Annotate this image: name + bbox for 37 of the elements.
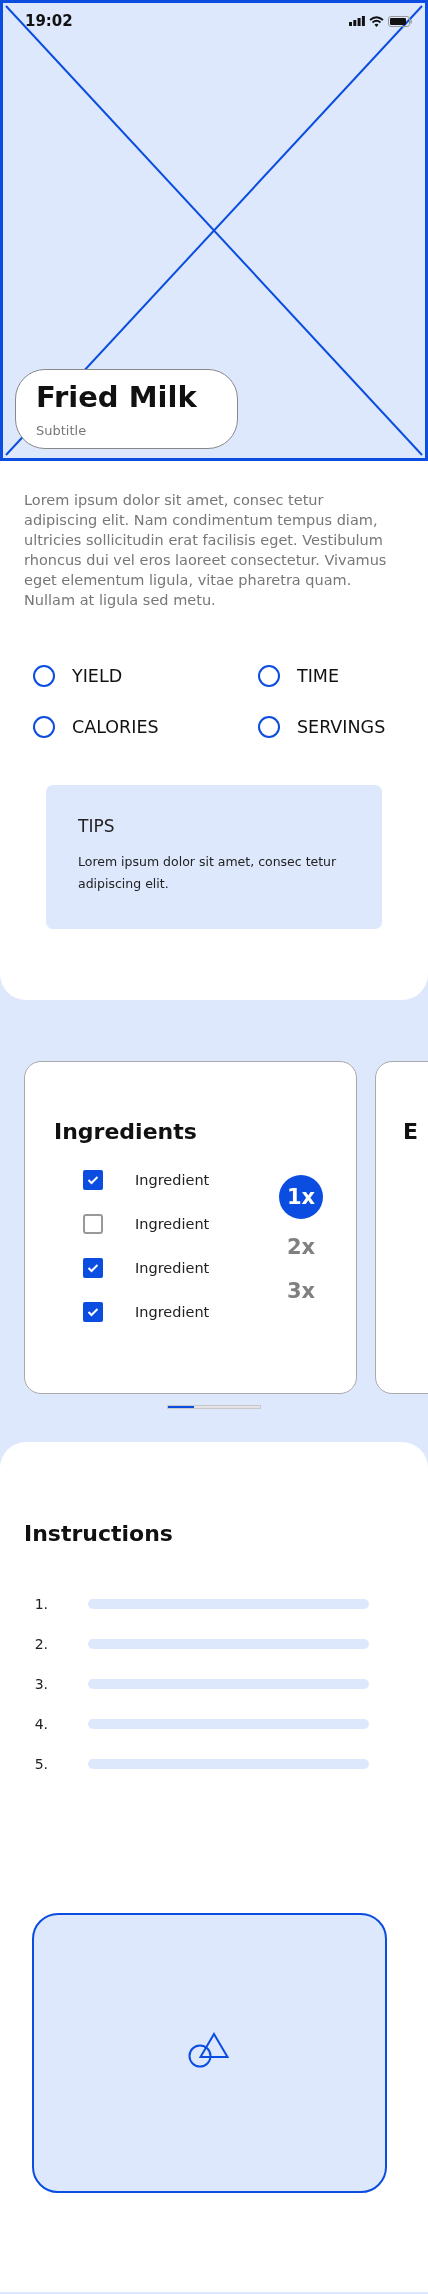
multiplier-button[interactable]: 2x [279, 1225, 323, 1269]
step-number: 1. [33, 1596, 48, 1612]
multiplier-button[interactable]: 3x [279, 1269, 323, 1313]
checkbox[interactable] [83, 1258, 103, 1278]
tips-text: Lorem ipsum dolor sit amet, consec tetur adipiscing elit. [78, 853, 338, 893]
battery-icon [388, 15, 412, 27]
ingredient-label: Ingredient [135, 1172, 210, 1188]
attribute-label: YIELD [72, 665, 123, 688]
recipe-title: Fried Milk [36, 380, 198, 414]
attribute-label: CALORIES [72, 716, 159, 739]
circle-icon [33, 665, 55, 687]
step-number: 2. [33, 1636, 48, 1652]
step-number: 3. [33, 1676, 48, 1692]
checkbox[interactable] [83, 1214, 103, 1234]
step-number: 4. [33, 1716, 48, 1732]
circle-icon [33, 716, 55, 738]
tips-title: TIPS [78, 815, 116, 837]
shapes-icon [187, 2032, 230, 2068]
ingredient-label: Ingredient [135, 1216, 210, 1232]
recipe-subtitle: Subtitle [36, 423, 88, 438]
wifi-icon [369, 15, 384, 27]
ingredient-label: Ingredient [135, 1304, 210, 1320]
step-number: 5. [33, 1756, 48, 1772]
multiplier-button[interactable]: 1x [279, 1175, 323, 1219]
description: Lorem ipsum dolor sit amet, consec tetur adipiscing elit. Nam condimentum tempus diam, ultricies sollicitudin erat facilisis eget. Vestibulum rhoncus dui vel eros laoreet consectetur. Vivamus eget elementum ligula, vitae pharetra quam. Nullam at ligula sed metu. [24, 491, 388, 610]
card-title: E [403, 1118, 420, 1146]
circle-icon [258, 716, 280, 738]
status-time: 19:02 [25, 12, 73, 30]
ingredient-label: Ingredient [135, 1260, 210, 1276]
section-title: Instructions [24, 1520, 174, 1548]
circle-icon [258, 665, 280, 687]
checkbox[interactable] [83, 1302, 103, 1322]
checkbox[interactable] [83, 1170, 103, 1190]
attribute-label: TIME [297, 665, 339, 688]
attribute-label: SERVINGS [297, 716, 386, 739]
card-title: Ingredients [54, 1118, 198, 1146]
signal-icon [349, 16, 365, 26]
